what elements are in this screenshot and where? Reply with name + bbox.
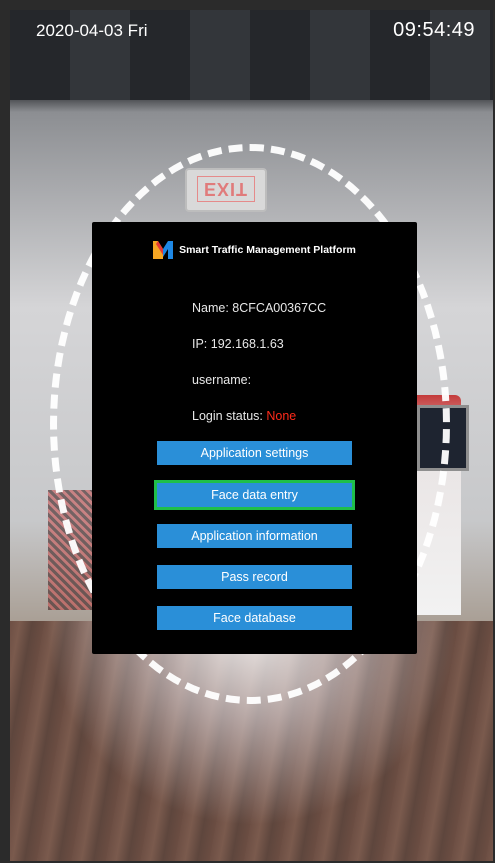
device-screen: EXIT 2020-04-03 Fri 09:54:49 Smart Traff…: [10, 10, 493, 861]
face-database-button[interactable]: Face database: [157, 606, 352, 630]
device-name-line: Name: 8CFCA00367CC: [192, 301, 326, 315]
application-settings-button[interactable]: Application settings: [157, 441, 352, 465]
username-line: username:: [192, 373, 251, 387]
username-label: username:: [192, 373, 252, 387]
pass-record-button[interactable]: Pass record: [157, 565, 352, 589]
login-status-line: Login status: None: [192, 409, 296, 423]
date-display: 2020-04-03 Fri: [36, 21, 148, 40]
panel-title: Smart Traffic Management Platform: [179, 244, 356, 256]
time-display: 09:54:49: [393, 19, 475, 41]
login-status-label: Login status:: [192, 409, 267, 423]
device-name-label: Name:: [192, 301, 233, 315]
panel-header: Smart Traffic Management Platform: [92, 240, 417, 260]
m-logo-icon: [153, 241, 174, 259]
login-status-value: None: [266, 409, 297, 423]
face-data-entry-button[interactable]: Face data entry: [154, 480, 355, 510]
application-information-button[interactable]: Application information: [157, 524, 352, 548]
ip-address-value: 192.168.1.63: [210, 337, 284, 351]
device-name-value: 8CFCA00367CC: [232, 301, 327, 315]
status-bar: 2020-04-03 Fri 09:54:49: [10, 10, 493, 56]
main-menu-panel: Smart Traffic Management Platform Name: …: [92, 222, 417, 654]
ip-address-line: IP: 192.168.1.63: [192, 337, 284, 351]
ip-address-label: IP:: [192, 337, 211, 351]
